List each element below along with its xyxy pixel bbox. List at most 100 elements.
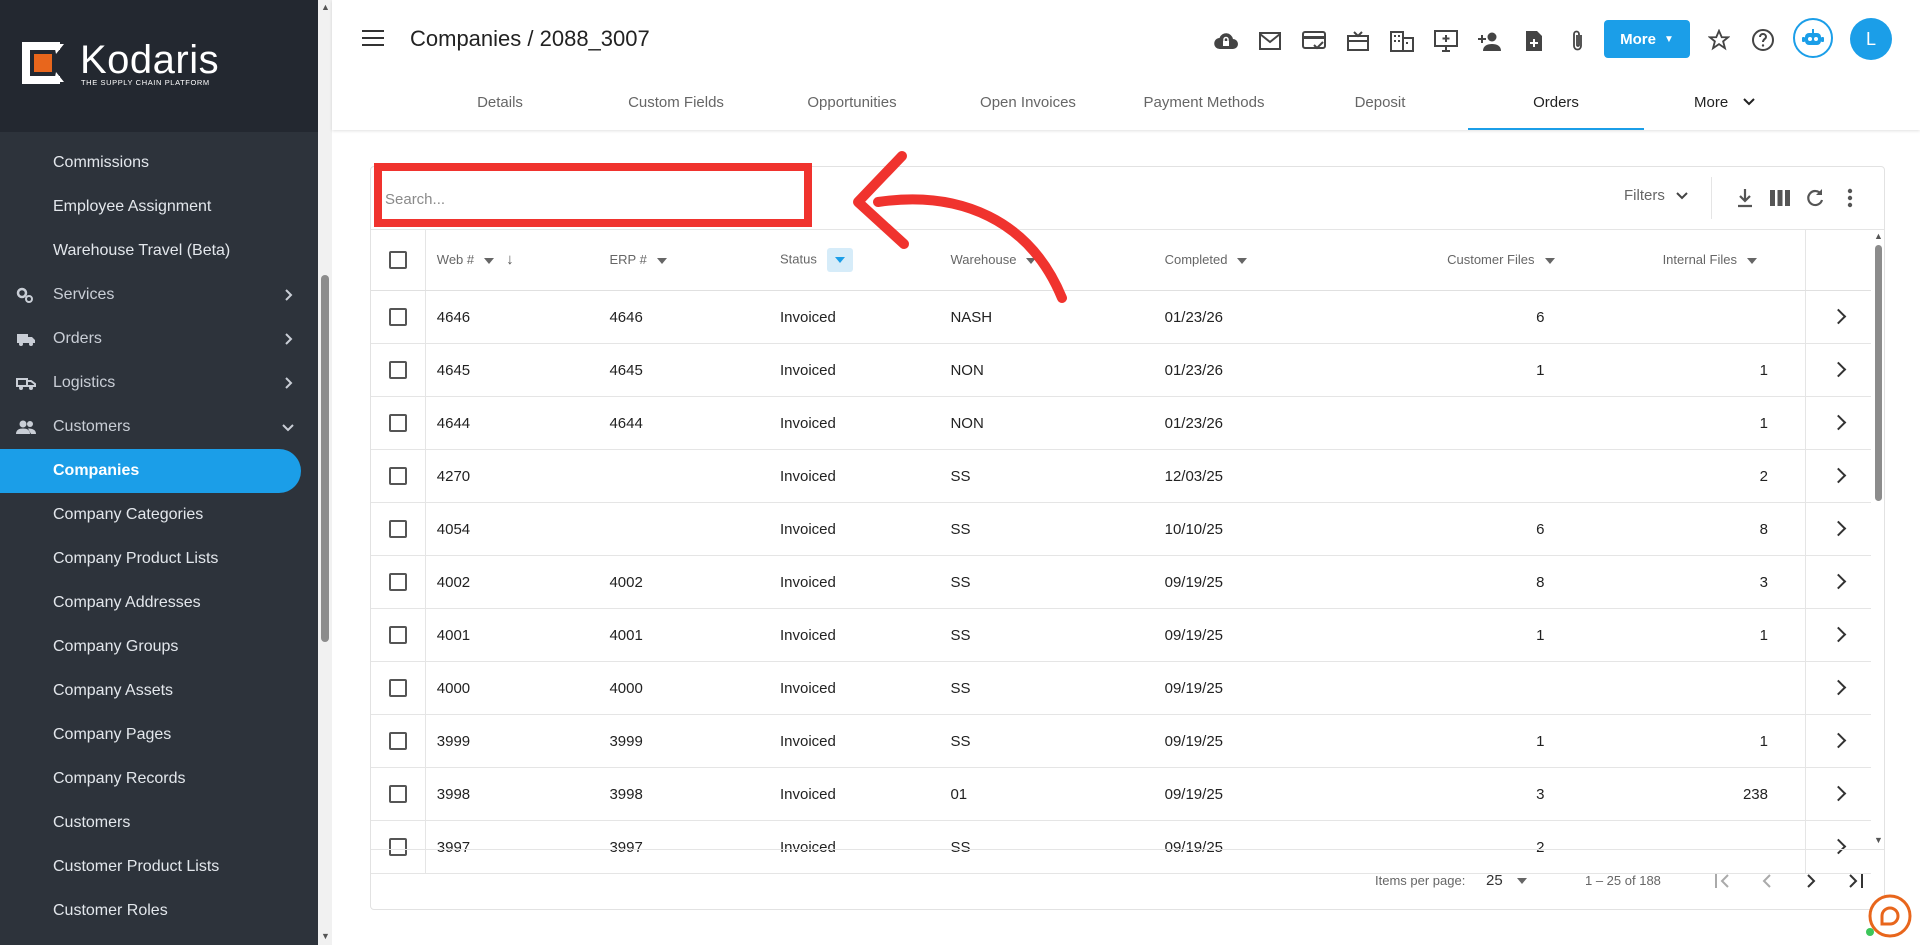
table-row[interactable]: 4000 4000 Invoiced SS 09/19/25: [371, 661, 1871, 715]
tab-details[interactable]: Details: [412, 86, 588, 130]
gift-card-icon[interactable]: [1336, 26, 1380, 56]
table-row[interactable]: 4001 4001 Invoiced SS 09/19/25 1 1: [371, 608, 1871, 662]
sort-arrow-down-icon[interactable]: ↓: [506, 251, 514, 268]
scroll-down-arrow-icon[interactable]: ▼: [321, 931, 330, 941]
sidebar-item-orders[interactable]: Orders: [0, 317, 318, 361]
assistant-bot-icon[interactable]: [1793, 18, 1833, 58]
column-header-web[interactable]: Web # ↓: [425, 229, 610, 291]
sidebar-item-company-addresses[interactable]: Company Addresses: [0, 581, 318, 625]
building-icon[interactable]: [1380, 26, 1424, 56]
more-vertical-icon[interactable]: [1832, 185, 1867, 211]
table-row[interactable]: 4646 4646 Invoiced NASH 01/23/26 6: [371, 290, 1871, 344]
chevron-right-icon[interactable]: [1830, 414, 1847, 430]
first-page-icon[interactable]: [1701, 867, 1745, 895]
chevron-right-icon[interactable]: [1830, 308, 1847, 324]
column-header-completed[interactable]: Completed: [1164, 229, 1368, 291]
chevron-right-icon[interactable]: [1830, 467, 1847, 483]
scroll-down-arrow-icon[interactable]: ▼: [1874, 835, 1883, 845]
chevron-right-icon[interactable]: [1830, 679, 1847, 695]
tab-orders[interactable]: Orders: [1468, 86, 1644, 130]
column-header-customer-files[interactable]: Customer Files: [1367, 229, 1569, 291]
sidebar-item-company-groups[interactable]: Company Groups: [0, 625, 318, 669]
user-avatar[interactable]: L: [1850, 18, 1892, 60]
star-icon[interactable]: [1707, 28, 1731, 56]
chevron-right-icon[interactable]: [1830, 785, 1847, 801]
table-row[interactable]: 3999 3999 Invoiced SS 09/19/25 1 1: [371, 714, 1871, 768]
select-all-checkbox[interactable]: [388, 250, 407, 269]
sidebar-item-company-records[interactable]: Company Records: [0, 757, 318, 801]
scroll-up-arrow-icon[interactable]: ▲: [1874, 231, 1883, 241]
row-checkbox[interactable]: [388, 732, 407, 751]
monitor-add-icon[interactable]: [1424, 26, 1468, 56]
chevron-right-icon[interactable]: [1830, 520, 1847, 536]
hamburger-menu-icon[interactable]: [362, 30, 384, 48]
card-check-icon[interactable]: [1292, 26, 1336, 56]
sidebar-item-company-assets[interactable]: Company Assets: [0, 669, 318, 713]
sidebar-item-customers[interactable]: Customers: [0, 801, 318, 845]
table-row[interactable]: 4054 Invoiced SS 10/10/25 6 8: [371, 502, 1871, 556]
sidebar-item-employee-assignment[interactable]: Employee Assignment: [0, 185, 318, 229]
sidebar-item-logistics[interactable]: Logistics: [0, 361, 318, 405]
chevron-right-icon[interactable]: [1830, 732, 1847, 748]
caret-down-icon[interactable]: [656, 257, 667, 264]
row-checkbox[interactable]: [388, 361, 407, 380]
chevron-right-icon[interactable]: [1830, 573, 1847, 589]
chat-support-icon[interactable]: [1862, 890, 1912, 940]
document-add-icon[interactable]: [1512, 26, 1556, 56]
row-checkbox[interactable]: [388, 785, 407, 804]
row-checkbox[interactable]: [388, 308, 407, 327]
sidebar-item-customer-product-lists[interactable]: Customer Product Lists: [0, 845, 318, 889]
tab-open-invoices[interactable]: Open Invoices: [940, 86, 1116, 130]
sidebar-scroll-thumb[interactable]: [321, 275, 329, 642]
sidebar-item-company-pages[interactable]: Company Pages: [0, 713, 318, 757]
next-page-icon[interactable]: [1789, 867, 1833, 895]
caret-down-icon[interactable]: [484, 257, 495, 264]
table-scrollbar[interactable]: ▲ ▼: [1871, 229, 1884, 849]
tab-deposit[interactable]: Deposit: [1292, 86, 1468, 130]
row-checkbox[interactable]: [388, 626, 407, 645]
column-header-erp[interactable]: ERP #: [609, 229, 780, 291]
table-row[interactable]: 4270 Invoiced SS 12/03/25 2: [371, 449, 1871, 503]
table-scroll-thumb[interactable]: [1875, 245, 1882, 501]
tab-more[interactable]: More: [1644, 86, 1824, 130]
help-icon[interactable]: [1751, 28, 1775, 57]
download-icon[interactable]: [1727, 185, 1762, 211]
mail-icon[interactable]: [1248, 26, 1292, 56]
items-per-page-select[interactable]: 25: [1486, 872, 1527, 889]
sidebar-item-commissions[interactable]: Commissions: [0, 141, 318, 185]
columns-icon[interactable]: [1762, 185, 1797, 211]
caret-down-icon[interactable]: [1237, 257, 1248, 264]
sidebar-item-customers[interactable]: Customers: [0, 405, 318, 449]
row-checkbox[interactable]: [388, 467, 407, 486]
table-row[interactable]: 4644 4644 Invoiced NON 01/23/26 1: [371, 396, 1871, 450]
tab-custom-fields[interactable]: Custom Fields: [588, 86, 764, 130]
row-checkbox[interactable]: [388, 679, 407, 698]
chevron-right-icon[interactable]: [1830, 626, 1847, 642]
sidebar-item-company-categories[interactable]: Company Categories: [0, 493, 318, 537]
filters-button[interactable]: Filters: [1624, 187, 1689, 204]
caret-down-icon[interactable]: [1544, 257, 1555, 264]
sidebar-scrollbar[interactable]: ▲ ▼: [318, 0, 332, 945]
row-checkbox[interactable]: [388, 573, 407, 592]
table-row[interactable]: 4645 4645 Invoiced NON 01/23/26 1 1: [371, 343, 1871, 397]
scroll-up-arrow-icon[interactable]: ▲: [321, 2, 330, 12]
row-checkbox[interactable]: [388, 520, 407, 539]
sidebar-item-customer-roles[interactable]: Customer Roles: [0, 889, 318, 933]
more-button[interactable]: More ▼: [1604, 20, 1690, 58]
sidebar-item-services[interactable]: Services: [0, 273, 318, 317]
row-checkbox[interactable]: [388, 414, 407, 433]
table-row[interactable]: 3998 3998 Invoiced 01 09/19/25 3 238: [371, 767, 1871, 821]
sidebar-item-company-product-lists[interactable]: Company Product Lists: [0, 537, 318, 581]
paperclip-icon[interactable]: [1556, 26, 1600, 56]
tab-opportunities[interactable]: Opportunities: [764, 86, 940, 130]
sidebar-item-warehouse-travel-beta[interactable]: Warehouse Travel (Beta): [0, 229, 318, 273]
tab-payment-methods[interactable]: Payment Methods: [1116, 86, 1292, 130]
sidebar-item-companies[interactable]: Companies: [0, 449, 301, 493]
previous-page-icon[interactable]: [1745, 867, 1789, 895]
column-header-internal-files[interactable]: Internal Files: [1568, 229, 1806, 291]
person-add-icon[interactable]: [1468, 26, 1512, 56]
chevron-right-icon[interactable]: [1830, 361, 1847, 377]
refresh-icon[interactable]: [1797, 185, 1832, 211]
cloud-lock-icon[interactable]: [1204, 26, 1248, 56]
table-row[interactable]: 4002 4002 Invoiced SS 09/19/25 8 3: [371, 555, 1871, 609]
